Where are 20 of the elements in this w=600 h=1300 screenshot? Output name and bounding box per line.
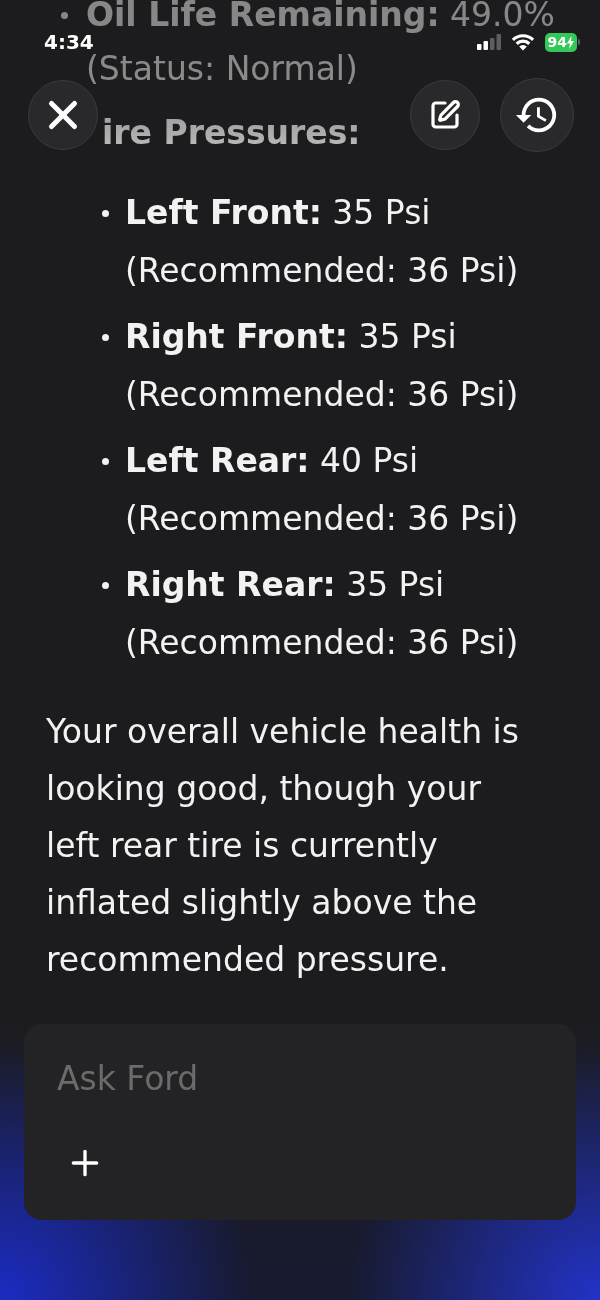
summary-text: Your overall vehicle health is looking good, though your left rear tire is currently inflated slightly above the recommended pressure. (46, 711, 520, 981)
battery-percent: 94 (547, 35, 567, 49)
bullet-icon (102, 209, 109, 217)
list-item-text: Right Front: 35 Psi (Recommended: 36 Psi) (125, 316, 520, 416)
bullet-icon (102, 333, 109, 341)
signal-icon (476, 34, 501, 50)
list-item-text: Left Rear: 40 Psi (Recommended: 36 Psi) (125, 440, 520, 540)
bolt-icon (567, 35, 574, 49)
section-heading: ire Pressures: (102, 112, 361, 154)
list-item-text: Left Front: 35 Psi (Recommended: 36 Psi) (125, 192, 520, 292)
status-time: 4:34 (44, 32, 94, 52)
bullet-icon (61, 11, 68, 19)
list-item-text: Right Rear: 35 Psi (Recommended: 36 Psi) (125, 564, 520, 664)
message-input[interactable]: Ask Ford (57, 1049, 543, 1107)
bullet-icon (102, 457, 109, 465)
bullet-icon (102, 581, 109, 589)
list-item-text: (Status: Normal) (86, 54, 358, 84)
edit-icon (429, 99, 461, 131)
wifi-icon (510, 33, 535, 51)
message-field[interactable]: Ask Ford (24, 1024, 576, 1220)
